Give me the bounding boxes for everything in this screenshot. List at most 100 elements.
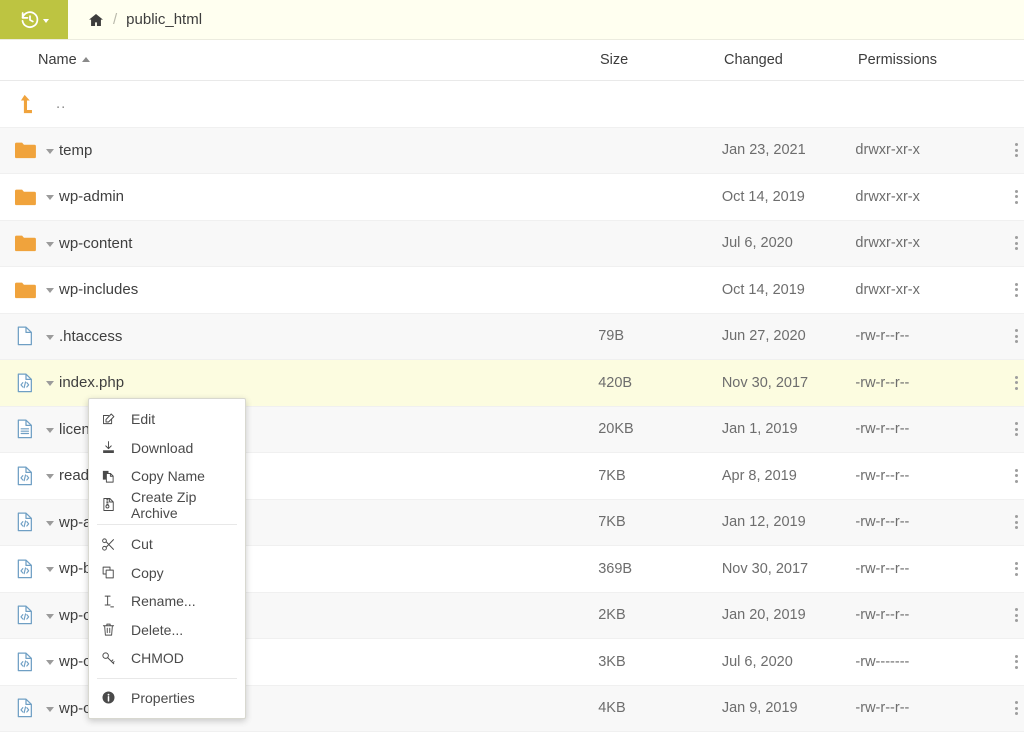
column-header-changed[interactable]: Changed	[724, 52, 858, 68]
column-header-permissions[interactable]: Permissions	[858, 52, 993, 68]
cell-actions	[990, 186, 1024, 208]
column-header-name[interactable]: Name	[0, 52, 600, 68]
context-menu-item-properties[interactable]: Properties	[89, 684, 245, 713]
row-chevron-down-icon[interactable]	[46, 707, 54, 712]
column-header-name-label: Name	[38, 52, 77, 68]
row-chevron-down-icon[interactable]	[46, 242, 54, 247]
cell-changed: Jan 20, 2019	[722, 607, 856, 623]
context-menu-separator	[97, 678, 237, 679]
cell-actions	[990, 697, 1024, 719]
file-context-menu: Edit Download Copy Name Create Zip Archive C…	[88, 398, 246, 719]
trash-icon	[101, 622, 127, 637]
cell-size: 20KB	[598, 421, 722, 437]
table-row[interactable]: wp-adminOct 14, 2019drwxr-xr-x	[0, 174, 1024, 221]
row-actions-kebab-icon[interactable]	[1009, 279, 1024, 301]
context-menu-item-copy[interactable]: Copy	[89, 559, 245, 588]
history-restore-button[interactable]	[0, 0, 68, 39]
row-chevron-down-icon[interactable]	[46, 149, 54, 154]
file-name-label[interactable]: temp	[59, 142, 92, 159]
cell-permissions: -rw-r--r--	[855, 607, 990, 623]
table-row[interactable]: wp-includesOct 14, 2019drwxr-xr-x	[0, 267, 1024, 314]
context-menu-item-label: Edit	[131, 411, 155, 427]
row-chevron-down-icon[interactable]	[46, 288, 54, 293]
download-icon	[101, 440, 127, 455]
context-menu-item-copy-name[interactable]: Copy Name	[89, 462, 245, 491]
file-name-label[interactable]: wp-content	[59, 235, 132, 252]
row-actions-kebab-icon[interactable]	[1009, 139, 1024, 161]
context-menu-item-delete[interactable]: Delete...	[89, 616, 245, 645]
context-menu-item-label: Create Zip Archive	[131, 489, 245, 521]
row-actions-kebab-icon[interactable]	[1009, 697, 1024, 719]
breadcrumb: / public_html	[68, 0, 202, 39]
sort-ascending-icon	[82, 57, 90, 62]
cell-permissions: -rw-r--r--	[855, 561, 990, 577]
row-chevron-down-icon[interactable]	[46, 567, 54, 572]
cell-name: .htaccess	[0, 325, 598, 347]
context-menu-item-create-zip-archive[interactable]: Create Zip Archive	[89, 491, 245, 520]
history-restore-icon	[20, 10, 40, 30]
cell-permissions: -rw-r--r--	[855, 421, 990, 437]
row-chevron-down-icon[interactable]	[46, 660, 54, 665]
edit-pencil-icon	[101, 412, 127, 427]
row-actions-kebab-icon[interactable]	[1009, 186, 1024, 208]
context-menu-item-label: Copy Name	[131, 468, 205, 484]
cell-actions	[990, 279, 1024, 301]
table-row[interactable]: wp-contentJul 6, 2020drwxr-xr-x	[0, 221, 1024, 268]
row-actions-kebab-icon[interactable]	[1009, 651, 1024, 673]
row-chevron-down-icon[interactable]	[46, 428, 54, 433]
cell-actions	[990, 232, 1024, 254]
cell-permissions: -rw-r--r--	[855, 700, 990, 716]
context-menu-item-download[interactable]: Download	[89, 434, 245, 463]
table-header-row: Name Size Changed Permissions	[0, 40, 1024, 81]
context-menu-item-chmod[interactable]: CHMOD	[89, 644, 245, 673]
cell-size: 7KB	[598, 514, 722, 530]
context-menu-item-label: Properties	[131, 690, 195, 706]
row-actions-kebab-icon[interactable]	[1009, 604, 1024, 626]
row-chevron-down-icon[interactable]	[46, 335, 54, 340]
home-icon[interactable]	[88, 12, 104, 28]
cell-permissions: -rw-------	[855, 654, 990, 670]
column-header-size[interactable]: Size	[600, 52, 724, 68]
file-name-label[interactable]: wp-includes	[59, 281, 138, 298]
row-actions-kebab-icon[interactable]	[1009, 465, 1024, 487]
file-name-label[interactable]: index.php	[59, 374, 124, 391]
file-code-icon	[10, 372, 40, 394]
table-row[interactable]: ..	[0, 81, 1024, 128]
row-chevron-down-icon[interactable]	[46, 381, 54, 386]
row-actions-kebab-icon[interactable]	[1009, 372, 1024, 394]
file-blank-icon	[10, 325, 40, 347]
table-row[interactable]: .htaccess79BJun 27, 2020-rw-r--r--	[0, 314, 1024, 361]
cell-changed: Jan 12, 2019	[722, 514, 856, 530]
table-row[interactable]: tempJan 23, 2021drwxr-xr-x	[0, 128, 1024, 175]
context-menu-item-label: Rename...	[131, 593, 196, 609]
zip-archive-icon	[101, 497, 127, 512]
row-actions-kebab-icon[interactable]	[1009, 558, 1024, 580]
cell-size: 7KB	[598, 468, 722, 484]
cell-changed: Jan 1, 2019	[722, 421, 856, 437]
breadcrumb-separator: /	[113, 11, 117, 28]
cell-changed: Oct 14, 2019	[722, 189, 856, 205]
cell-size: 2KB	[598, 607, 722, 623]
file-name-label[interactable]: ..	[56, 95, 66, 112]
row-actions-kebab-icon[interactable]	[1009, 418, 1024, 440]
folder-icon	[10, 187, 40, 207]
file-name-label[interactable]: .htaccess	[59, 328, 122, 345]
context-menu-item-label: Delete...	[131, 622, 183, 638]
breadcrumb-current-folder[interactable]: public_html	[126, 11, 202, 28]
row-actions-kebab-icon[interactable]	[1009, 325, 1024, 347]
row-chevron-down-icon[interactable]	[46, 474, 54, 479]
row-actions-kebab-icon[interactable]	[1009, 511, 1024, 533]
context-menu-item-rename[interactable]: Rename...	[89, 587, 245, 616]
file-name-label[interactable]: wp-admin	[59, 188, 124, 205]
context-menu-item-edit[interactable]: Edit	[89, 405, 245, 434]
row-actions-kebab-icon[interactable]	[1009, 232, 1024, 254]
row-chevron-down-icon[interactable]	[46, 521, 54, 526]
cell-actions	[990, 651, 1024, 673]
cell-changed: Jan 23, 2021	[722, 142, 856, 158]
copy-name-icon	[101, 469, 127, 484]
cell-size: 79B	[598, 328, 722, 344]
cell-actions	[990, 511, 1024, 533]
context-menu-item-cut[interactable]: Cut	[89, 530, 245, 559]
row-chevron-down-icon[interactable]	[46, 195, 54, 200]
row-chevron-down-icon[interactable]	[46, 614, 54, 619]
